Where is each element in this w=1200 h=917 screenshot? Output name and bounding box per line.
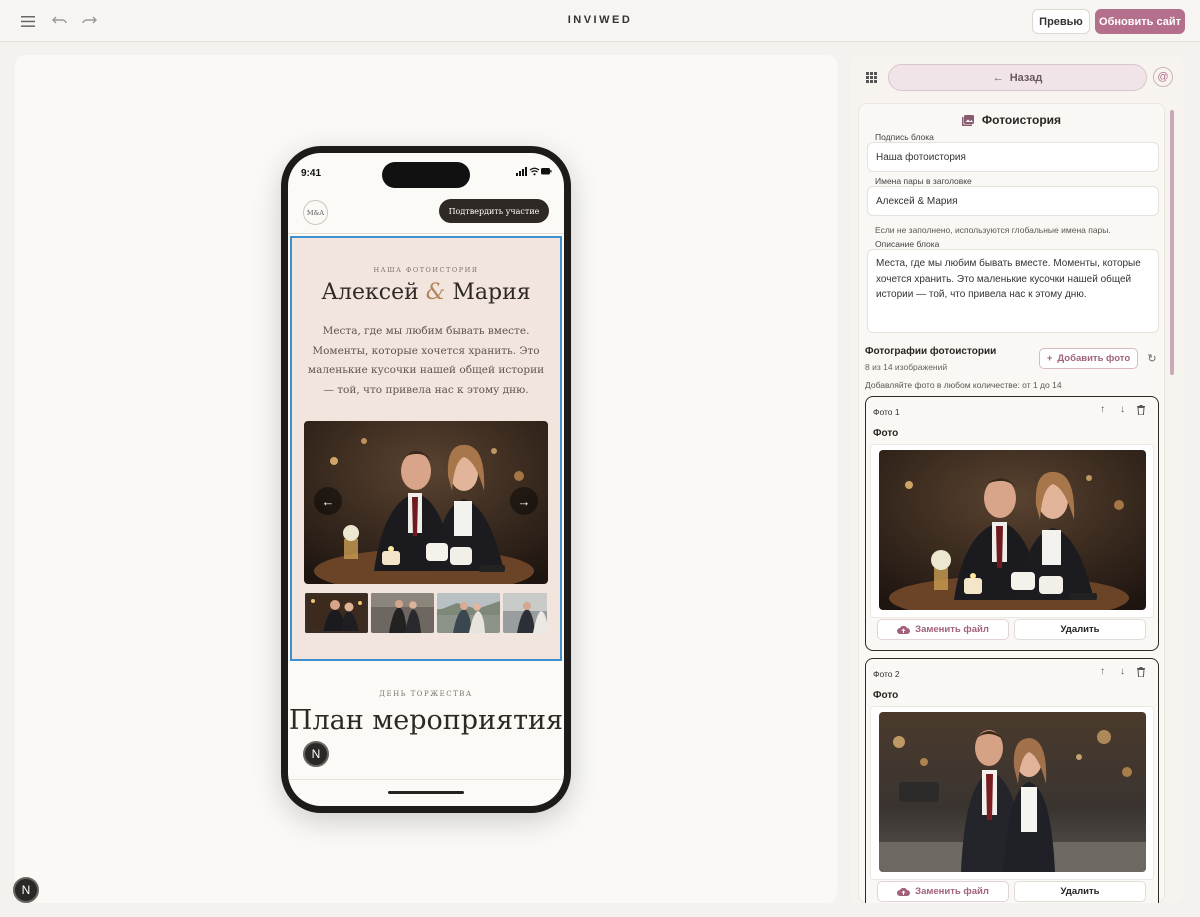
photo-card-1: Фото 1 ↑ ↓ Фото Заменить файл Удалить	[865, 396, 1159, 651]
event-title: План мероприятия	[288, 705, 564, 736]
photo-card-2: Фото 2 ↑ ↓ Фото Заменить файл Удалить	[865, 658, 1159, 903]
names-input[interactable]: Алексей & Мария	[867, 186, 1159, 216]
move-down-icon[interactable]: ↓	[1117, 404, 1128, 415]
description-label: Описание блока	[875, 239, 940, 249]
gallery-icon	[961, 114, 974, 126]
replace-file-button[interactable]: Заменить файл	[877, 619, 1009, 640]
rsvp-button[interactable]: Подтвердить участие	[439, 199, 549, 223]
top-bar: INVIWED Превью Обновить сайт	[0, 0, 1200, 42]
photo-field-label: Фото	[873, 428, 899, 439]
bottom-divider	[288, 779, 564, 780]
story-description: Места, где мы любим бывать вместе. Момен…	[307, 325, 545, 396]
photo-card-title: Фото 2	[873, 669, 900, 679]
corner-badge-icon[interactable]: N	[13, 877, 39, 903]
story-main-photo: ← →	[304, 421, 548, 584]
story-name1: Алексей	[321, 280, 419, 305]
photo-card-controls: ↑ ↓	[1097, 404, 1148, 415]
grid-icon[interactable]	[861, 67, 881, 87]
photos-section-title: Фотографии фотоистории	[865, 346, 997, 357]
trash-icon[interactable]	[1137, 404, 1148, 415]
status-icons	[516, 167, 552, 176]
caption-input[interactable]: Наша фотоистория	[867, 142, 1159, 172]
preview-button[interactable]: Превью	[1032, 9, 1090, 34]
photo-field-label: Фото	[873, 690, 899, 701]
photo-card-controls: ↑ ↓	[1097, 666, 1148, 677]
replace-file-label: Заменить файл	[915, 886, 989, 897]
refresh-icon[interactable]: ↻	[1144, 350, 1160, 366]
event-caption: ДЕНЬ ТОРЖЕСТВА	[379, 690, 473, 698]
next-badge-icon[interactable]: N	[303, 741, 329, 767]
description-textarea[interactable]: Места, где мы любим бывать вместе. Момен…	[867, 249, 1159, 333]
move-down-icon[interactable]: ↓	[1117, 666, 1128, 677]
names-label: Имена пары в заголовке	[875, 176, 972, 186]
update-site-button[interactable]: Обновить сайт	[1095, 9, 1185, 34]
arrow-left-icon: ←	[992, 71, 1004, 84]
photos-hint: Добавляйте фото в любом количестве: от 1…	[865, 380, 1062, 390]
photo-preview-2	[879, 712, 1146, 872]
move-up-icon[interactable]: ↑	[1097, 666, 1108, 677]
phone-screen: 9:41 M&A Подтвердить участие НАША ФОТОИС…	[288, 153, 564, 806]
story-ampersand: &	[425, 280, 446, 305]
back-button-label: Назад	[1009, 71, 1043, 84]
trash-icon[interactable]	[1137, 666, 1148, 677]
story-caption: НАША ФОТОИСТОРИЯ	[373, 266, 479, 274]
panel-scrollbar[interactable]	[1170, 110, 1174, 375]
story-title: Алексей & Мария	[292, 280, 560, 305]
carousel-prev-icon[interactable]: ←	[314, 487, 342, 515]
delete-photo-button[interactable]: Удалить	[1014, 881, 1146, 902]
photo-preview-frame	[870, 444, 1154, 618]
photo-preview-1	[879, 450, 1146, 610]
names-hint: Если не заполнено, используются глобальн…	[875, 225, 1111, 235]
couple-monogram: M&A	[303, 200, 328, 225]
plus-icon: +	[1046, 353, 1053, 364]
photostory-block[interactable]: НАША ФОТОИСТОРИЯ Алексей & Мария Места, …	[290, 236, 562, 661]
editor-panel: ← Назад @ Фотоистория Подпись блока Наша…	[850, 55, 1184, 903]
move-up-icon[interactable]: ↑	[1097, 404, 1108, 415]
add-photo-button[interactable]: + Добавить фото	[1039, 348, 1138, 369]
spiral-icon[interactable]: @	[1153, 67, 1173, 87]
add-photo-label: Добавить фото	[1057, 353, 1131, 364]
thumbnail-4[interactable]	[503, 593, 547, 633]
phone-preview: 9:41 M&A Подтвердить участие НАША ФОТОИС…	[281, 146, 571, 813]
status-time: 9:41	[301, 168, 322, 179]
photostory-settings-card: Фотоистория Подпись блока Наша фотоистор…	[858, 103, 1165, 903]
block-title: Фотоистория	[981, 113, 1062, 127]
thumbnail-3[interactable]	[437, 593, 500, 633]
thumbnail-2[interactable]	[371, 593, 434, 633]
cloud-upload-icon	[897, 625, 911, 634]
cloud-upload-icon	[897, 887, 911, 896]
story-thumbnails	[305, 593, 547, 634]
story-name2: Мария	[452, 280, 531, 305]
replace-file-label: Заменить файл	[915, 624, 989, 635]
carousel-next-icon[interactable]: →	[510, 487, 538, 515]
block-header: Фотоистория	[859, 113, 1164, 127]
photo-preview-frame	[870, 706, 1154, 880]
replace-file-button[interactable]: Заменить файл	[877, 881, 1009, 902]
back-button[interactable]: ← Назад	[888, 64, 1147, 91]
header-divider	[288, 233, 564, 234]
delete-photo-button[interactable]: Удалить	[1014, 619, 1146, 640]
brand-logo: INVIWED	[567, 14, 633, 26]
photos-count: 8 из 14 изображений	[865, 362, 948, 372]
photo-card-title: Фото 1	[873, 407, 900, 417]
caption-label: Подпись блока	[875, 132, 934, 142]
thumbnail-1[interactable]	[305, 593, 368, 633]
home-indicator	[388, 791, 464, 794]
dynamic-island	[382, 162, 470, 188]
